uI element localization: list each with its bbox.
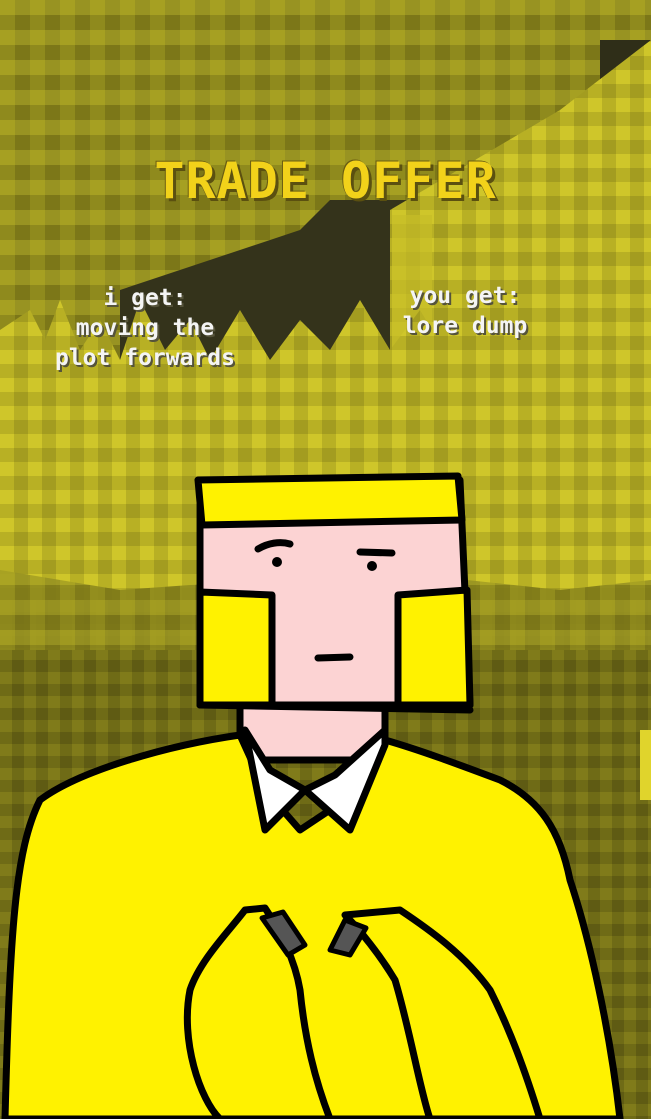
helmet-left-plate xyxy=(196,588,276,709)
right-eye xyxy=(367,561,377,571)
helmet-band xyxy=(194,472,466,529)
helmet-right-plate xyxy=(394,586,474,709)
trade-offer-meme: TRADE OFFER i get: moving the plot forwa… xyxy=(0,0,651,1119)
mouth xyxy=(314,653,354,662)
left-eye xyxy=(272,557,282,567)
character-drawing xyxy=(1,472,624,1119)
right-eyebrow xyxy=(356,548,396,557)
